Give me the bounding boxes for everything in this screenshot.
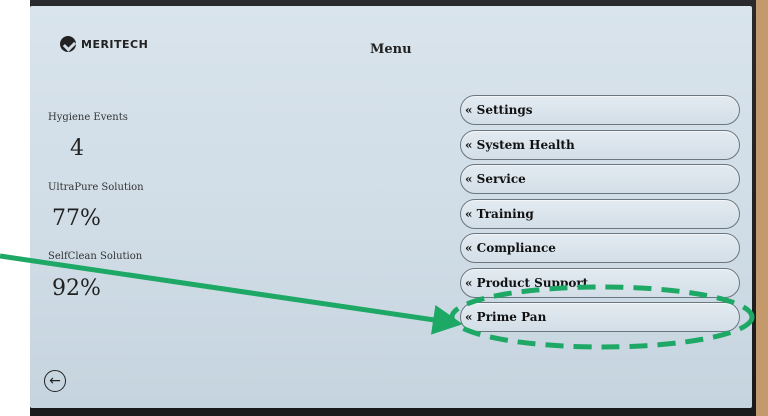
logo-text: MERITECH — [81, 37, 149, 51]
meritech-logo-icon — [60, 36, 76, 52]
menu-button-prime-pan[interactable]: « Prime Pan — [460, 302, 740, 332]
back-arrow-icon: ← — [49, 373, 61, 389]
stat-label-ultrapure-solution: UltraPure Solution — [48, 182, 144, 193]
page-title: Menu — [370, 42, 412, 57]
photo-background — [756, 0, 768, 416]
menu-button-system-health[interactable]: « System Health — [460, 130, 740, 160]
stat-value-ultrapure-solution: 77% — [52, 206, 101, 231]
back-button[interactable]: ← — [44, 370, 66, 392]
photo-margin — [0, 0, 30, 416]
stat-label-hygiene-events: Hygiene Events — [48, 112, 128, 123]
touch-screen: MERITECH Menu Hygiene Events 4 UltraPure… — [30, 6, 752, 408]
stat-value-hygiene-events: 4 — [70, 136, 84, 161]
stat-value-selfclean-solution: 92% — [52, 276, 101, 301]
menu-button-settings[interactable]: « Settings — [460, 95, 740, 125]
menu-button-training[interactable]: « Training — [460, 199, 740, 229]
stat-label-selfclean-solution: SelfClean Solution — [48, 251, 143, 262]
brand-logo: MERITECH — [60, 36, 148, 52]
menu-button-service[interactable]: « Service — [460, 164, 740, 194]
menu-button-compliance[interactable]: « Compliance — [460, 233, 740, 263]
menu-button-product-support[interactable]: « Product Support — [460, 268, 740, 298]
